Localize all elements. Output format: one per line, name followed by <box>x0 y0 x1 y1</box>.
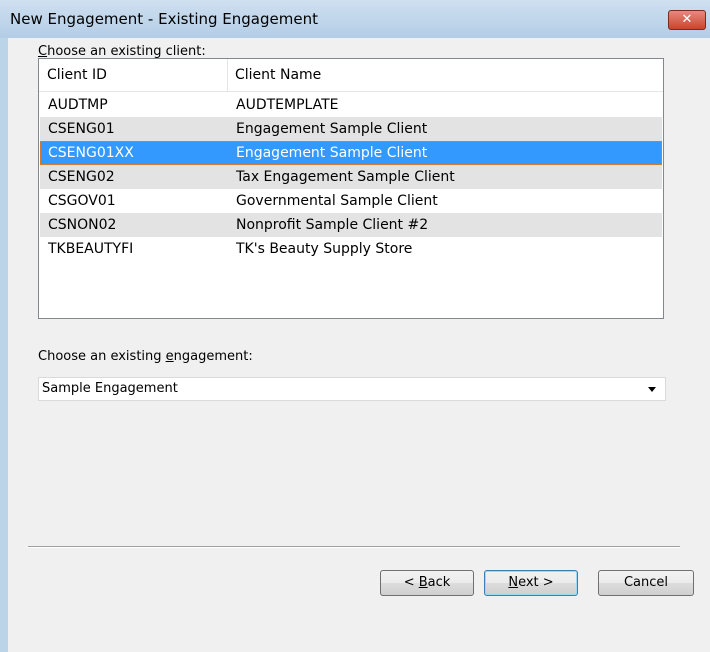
table-row[interactable]: CSNON02 Nonprofit Sample Client #2 <box>40 213 662 237</box>
column-header-client-name[interactable]: Client Name <box>235 59 321 91</box>
client-label-rest: hoose an existing client: <box>47 44 206 59</box>
client-id-cell: TKBEAUTYFI <box>48 241 134 257</box>
table-row-selected[interactable]: CSENG01XX Engagement Sample Client <box>40 141 662 165</box>
client-id-cell: AUDTMP <box>48 97 108 113</box>
back-button-accelerator: B <box>418 575 428 590</box>
chevron-down-icon[interactable] <box>648 387 656 392</box>
column-separator[interactable] <box>227 59 228 91</box>
client-name-cell: Engagement Sample Client <box>236 121 428 137</box>
client-id-cell: CSENG01 <box>48 121 115 137</box>
next-button-accelerator: N <box>508 575 519 590</box>
client-list-header: Client ID Client Name <box>39 59 663 92</box>
back-button[interactable]: < Back <box>380 570 474 596</box>
client-list-label: Choose an existing client: <box>38 44 206 59</box>
table-row[interactable]: AUDTMP AUDTEMPLATE <box>40 93 662 117</box>
client-list[interactable]: Client ID Client Name AUDTMP AUDTEMPLATE… <box>38 58 664 319</box>
client-name-cell: Governmental Sample Client <box>236 193 438 209</box>
client-name-cell: TK's Beauty Supply Store <box>236 241 413 257</box>
back-button-rest: ack <box>427 575 451 590</box>
table-row[interactable]: TKBEAUTYFI TK's Beauty Supply Store <box>40 237 662 261</box>
column-header-client-id[interactable]: Client ID <box>47 59 107 91</box>
client-id-cell: CSGOV01 <box>48 193 116 209</box>
window-title: New Engagement - Existing Engagement <box>10 10 318 28</box>
engagement-label: Choose an existing engagement: <box>38 349 253 364</box>
client-name-cell: Engagement Sample Client <box>236 145 428 161</box>
engagement-label-prefix: Choose an existing <box>38 349 166 364</box>
cancel-button[interactable]: Cancel <box>598 570 694 596</box>
client-name-cell: AUDTEMPLATE <box>236 97 339 113</box>
client-name-cell: Nonprofit Sample Client #2 <box>236 217 429 233</box>
engagement-select-value: Sample Engagement <box>42 381 178 396</box>
close-icon: ✕ <box>681 12 693 27</box>
client-id-cell: CSENG01XX <box>48 145 134 161</box>
table-row[interactable]: CSENG01 Engagement Sample Client <box>40 117 662 141</box>
footer-separator <box>28 546 680 548</box>
engagement-label-accelerator: e <box>165 349 174 364</box>
next-button[interactable]: Next > <box>484 570 578 596</box>
close-button[interactable]: ✕ <box>668 10 706 30</box>
dialog-window: New Engagement - Existing Engagement ✕ C… <box>0 0 710 652</box>
back-button-prefix: < <box>403 575 419 590</box>
client-name-cell: Tax Engagement Sample Client <box>236 169 455 185</box>
client-label-accelerator: C <box>38 44 48 59</box>
title-bar[interactable]: New Engagement - Existing Engagement ✕ <box>0 0 710 38</box>
engagement-select[interactable]: Sample Engagement <box>38 377 666 401</box>
table-row[interactable]: CSGOV01 Governmental Sample Client <box>40 189 662 213</box>
client-id-cell: CSENG02 <box>48 169 115 185</box>
table-row[interactable]: CSENG02 Tax Engagement Sample Client <box>40 165 662 189</box>
engagement-label-rest: ngagement: <box>173 349 253 364</box>
client-id-cell: CSNON02 <box>48 217 117 233</box>
next-button-rest: ext > <box>518 575 554 590</box>
